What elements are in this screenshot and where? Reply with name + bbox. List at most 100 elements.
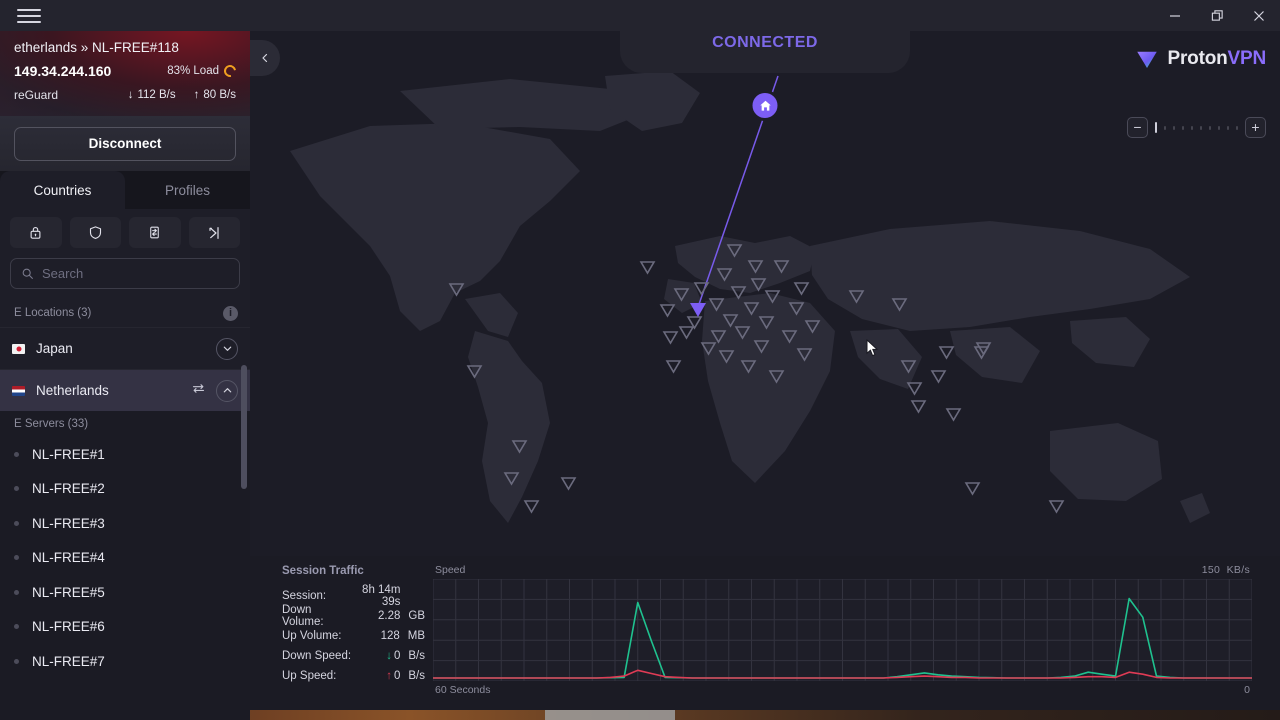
session-row-label: Session: (282, 590, 354, 602)
zoom-tick[interactable] (1173, 126, 1175, 130)
session-row-unit: B/s (400, 670, 425, 682)
window-controls (1154, 0, 1280, 31)
active-server-marker (690, 303, 706, 317)
free-locations-header: E Locations (3) i (0, 299, 250, 327)
session-row-unit: MB (400, 630, 425, 642)
session-row-unit: B/s (400, 650, 425, 662)
swap-icon (191, 381, 206, 396)
protonvpn-app: CONNECTED Pro (0, 0, 1280, 720)
zoom-tick[interactable] (1209, 126, 1211, 130)
graph-ymin-label: 0 (1244, 684, 1250, 696)
server-row[interactable]: NL-FREE#4 (0, 541, 250, 576)
country-row-japan[interactable]: Japan (0, 327, 250, 369)
server-row[interactable]: NL-FREE#7 (0, 644, 250, 679)
search-input[interactable] (42, 266, 229, 281)
session-traffic-row: Up Volume:128MB (282, 626, 425, 646)
server-row[interactable]: NL-FREE#5 (0, 575, 250, 610)
connection-up-speed: ↑80 B/s (194, 89, 236, 101)
country-name-netherlands: Netherlands (36, 383, 191, 398)
zoom-in-button[interactable]: + (1245, 117, 1266, 138)
down-arrow-icon: ↓ (386, 650, 394, 662)
brand-text: ProtonVPN (1168, 48, 1266, 70)
taskbar-items[interactable] (545, 710, 675, 720)
server-row[interactable]: NL-FREE#6 (0, 610, 250, 645)
zoom-tick[interactable] (1236, 126, 1238, 130)
flag-nl-icon (12, 386, 25, 396)
search-box[interactable] (10, 258, 240, 289)
session-row-value: 128 (353, 630, 400, 642)
collapse-netherlands-button[interactable] (216, 380, 238, 402)
filter-p2p-button[interactable] (129, 217, 181, 248)
world-map[interactable]: CONNECTED Pro (250, 31, 1280, 556)
graph-xlabel: 60 Seconds (435, 684, 490, 696)
sidebar-scrollbar[interactable] (241, 336, 247, 718)
minimize-icon (1169, 10, 1181, 22)
info-icon[interactable]: i (223, 306, 238, 321)
country-row-netherlands[interactable]: Netherlands (0, 369, 250, 411)
disconnect-button[interactable]: Disconnect (14, 127, 236, 161)
speed-graph: Speed 150 KB/s 60 Seconds 0 (425, 556, 1280, 710)
graph-top-labels: Speed 150 KB/s (433, 564, 1252, 579)
search-area (0, 254, 250, 299)
session-row-label: Down Speed: (282, 650, 354, 662)
server-name: NL-FREE#4 (32, 550, 105, 565)
brand-vpn: VPN (1228, 48, 1266, 69)
connection-protocol: reGuard (14, 88, 58, 102)
server-name: NL-FREE#6 (32, 619, 105, 634)
hamburger-icon[interactable] (14, 5, 44, 27)
connection-title: etherlands » NL-FREE#118 (14, 40, 236, 55)
server-name: NL-FREE#2 (32, 481, 105, 496)
connection-status-label: CONNECTED (712, 34, 818, 52)
zoom-tick[interactable] (1164, 126, 1166, 130)
session-row-label: Down Volume: (282, 604, 354, 628)
session-traffic-title: Session Traffic (282, 565, 425, 577)
zoom-tick[interactable] (1227, 126, 1229, 130)
session-row-value: 8h 14m 39s (354, 584, 401, 608)
filter-tor-button[interactable] (189, 217, 241, 248)
server-status-dot-icon (14, 521, 19, 526)
filter-netshield-button[interactable] (70, 217, 122, 248)
secure-core-icon (28, 225, 43, 240)
sidebar-scroll-thumb[interactable] (241, 365, 247, 489)
zoom-tick[interactable] (1200, 126, 1202, 130)
session-row-value: 2.28 (354, 610, 401, 622)
protonvpn-logo-icon (1134, 46, 1160, 72)
zoom-tick[interactable] (1191, 126, 1193, 130)
close-icon (1253, 10, 1265, 22)
server-row[interactable]: NL-FREE#3 (0, 506, 250, 541)
server-name: NL-FREE#5 (32, 585, 105, 600)
sidebar: etherlands » NL-FREE#118 149.34.244.160 … (0, 31, 250, 720)
swap-server-icon[interactable] (191, 381, 206, 401)
zoom-out-button[interactable]: − (1127, 117, 1148, 138)
flag-jp-icon (12, 344, 25, 354)
expand-japan-button[interactable] (216, 338, 238, 360)
home-node-marker[interactable] (750, 90, 781, 121)
server-row[interactable]: NL-FREE#2 (0, 472, 250, 507)
home-icon (758, 99, 772, 113)
search-icon (21, 267, 34, 280)
graph-ymax-label: 150 KB/s (1202, 564, 1250, 576)
connection-speeds: ↓112 B/s ↑80 B/s (128, 89, 236, 101)
close-button[interactable] (1238, 0, 1280, 31)
server-list: NL-FREE#1 NL-FREE#2 NL-FREE#3 NL-FREE#4 NL-F… (0, 437, 250, 679)
tab-profiles[interactable]: Profiles (125, 171, 250, 209)
server-name: NL-FREE#3 (32, 516, 105, 531)
restore-icon (1211, 9, 1224, 22)
server-status-dot-icon (14, 486, 19, 491)
filter-secure-core-button[interactable] (10, 217, 62, 248)
country-name-japan: Japan (36, 341, 216, 356)
server-row[interactable]: NL-FREE#1 (0, 437, 250, 472)
graph-canvas (433, 579, 1252, 681)
zoom-tick-current[interactable] (1155, 122, 1157, 133)
graph-title: Speed (435, 564, 465, 576)
zoom-tick[interactable] (1182, 126, 1184, 130)
zoom-tick[interactable] (1218, 126, 1220, 130)
tab-countries[interactable]: Countries (0, 171, 125, 209)
zoom-slider-track[interactable] (1155, 122, 1238, 133)
session-traffic-panel: Session Traffic Session:8h 14m 39sDown V… (250, 556, 425, 710)
session-row-value: ↓0 (354, 650, 401, 662)
chevron-left-icon (259, 52, 271, 64)
map-zoom-controls[interactable]: − + (1127, 117, 1266, 138)
minimize-button[interactable] (1154, 0, 1196, 31)
restore-button[interactable] (1196, 0, 1238, 31)
